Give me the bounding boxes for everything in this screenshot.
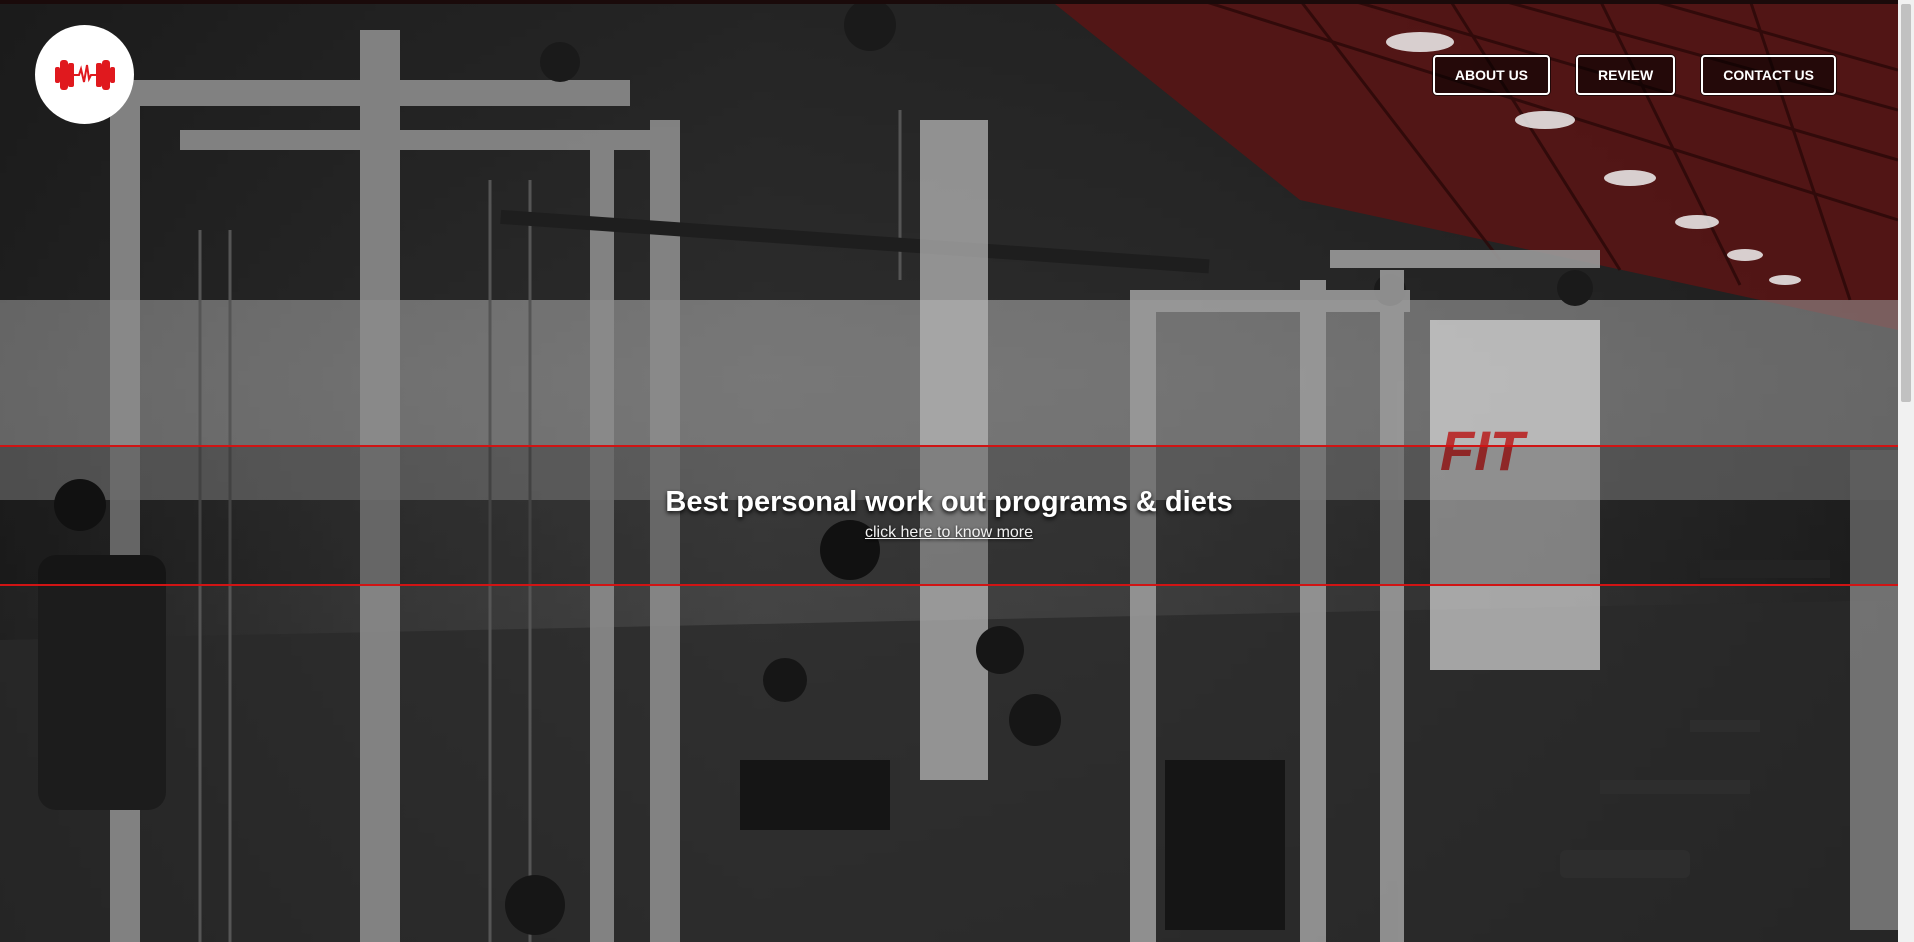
page: FIT ABOUT US REVIEW CONTACT US Best pers… — [0, 0, 1914, 942]
banner-top-divider — [0, 445, 1898, 447]
site-logo[interactable] — [35, 25, 134, 124]
know-more-link[interactable]: click here to know more — [865, 524, 1033, 541]
page-scrollbar[interactable] — [1898, 0, 1914, 942]
hero-cta: click here to know more — [0, 524, 1898, 542]
dumbbell-heartbeat-icon — [54, 59, 115, 90]
hero-headline: Best personal work out programs & diets — [665, 486, 1233, 518]
banner-bottom-divider — [0, 584, 1898, 586]
top-rule — [0, 0, 1898, 4]
scrollbar-thumb[interactable] — [1901, 4, 1911, 402]
main-nav: ABOUT US REVIEW CONTACT US — [1432, 55, 1836, 95]
nav-contact-us-button[interactable]: CONTACT US — [1701, 55, 1836, 95]
nav-about-us-button[interactable]: ABOUT US — [1432, 55, 1551, 95]
nav-review-button[interactable]: REVIEW — [1576, 55, 1676, 95]
